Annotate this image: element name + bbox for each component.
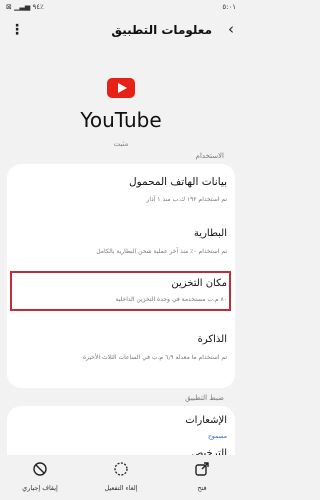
notifications-title: الإشعارات (185, 415, 227, 426)
usage-card: بيانات الهاتف المحمول تم استخدام ١٩٢ ك.ب… (7, 164, 235, 388)
app-header: YouTube مثبت (0, 48, 242, 166)
notifications-item[interactable]: الإشعارات مسموح (7, 406, 235, 444)
storage-highlight-box (10, 271, 231, 311)
memory-subtitle: تم استخدام ما معدله ٦٫٩ م.ب في الساعات ا… (83, 354, 227, 361)
memory-title: الذاكرة (197, 334, 227, 345)
force-stop-button[interactable]: إيقاف إجباري (10, 461, 70, 492)
usage-section-label: الاستخدام (195, 152, 224, 160)
memory-item[interactable]: الذاكرة تم استخدام ما معدله ٦٫٩ م.ب في ا… (7, 324, 235, 376)
disable-icon (114, 462, 128, 476)
settings-section-label: ضبط التطبيق (185, 394, 224, 402)
battery-item[interactable]: البطارية تم استخدام ٠٪ منذ آخر عملية شحن… (7, 216, 235, 268)
bottom-action-bar: فتح إلغاء التفعيل إيقاف إجباري (0, 455, 242, 500)
mobile-data-title: بيانات الهاتف المحمول (128, 176, 227, 188)
mobile-data-item[interactable]: بيانات الهاتف المحمول تم استخدام ١٩٢ ك.ب… (7, 164, 235, 216)
install-status: مثبت (113, 140, 129, 148)
open-button[interactable]: فتح (172, 461, 232, 492)
status-bar: ⊠ ▁▃▅ ٩٤٪ ٥:٠١ (0, 0, 242, 14)
open-external-icon (195, 462, 209, 476)
disable-label: إلغاء التفعيل (104, 484, 138, 492)
notifications-subtitle: مسموح (207, 433, 227, 440)
app-bar: ‹ معلومات التطبيق ⋮ (0, 14, 242, 48)
battery-title: البطارية (193, 228, 227, 239)
page-title: معلومات التطبيق (111, 23, 212, 37)
force-stop-icon (33, 462, 47, 476)
open-label: فتح (197, 484, 207, 492)
status-time: ٥:٠١ (222, 3, 236, 11)
youtube-logo-icon (107, 78, 135, 98)
force-stop-label: إيقاف إجباري (22, 484, 58, 492)
mobile-data-subtitle: تم استخدام ١٩٢ ك.ب منذ ١ آذار (146, 196, 227, 203)
more-options-icon[interactable]: ⋮ (10, 22, 24, 38)
disable-button[interactable]: إلغاء التفعيل (91, 461, 151, 492)
status-icons: ⊠ ▁▃▅ ٩٤٪ (6, 3, 44, 11)
back-arrow-icon[interactable]: ‹ (228, 22, 234, 37)
app-name: YouTube (80, 108, 162, 132)
battery-subtitle: تم استخدام ٠٪ منذ آخر عملية شحن البطارية… (96, 248, 227, 255)
